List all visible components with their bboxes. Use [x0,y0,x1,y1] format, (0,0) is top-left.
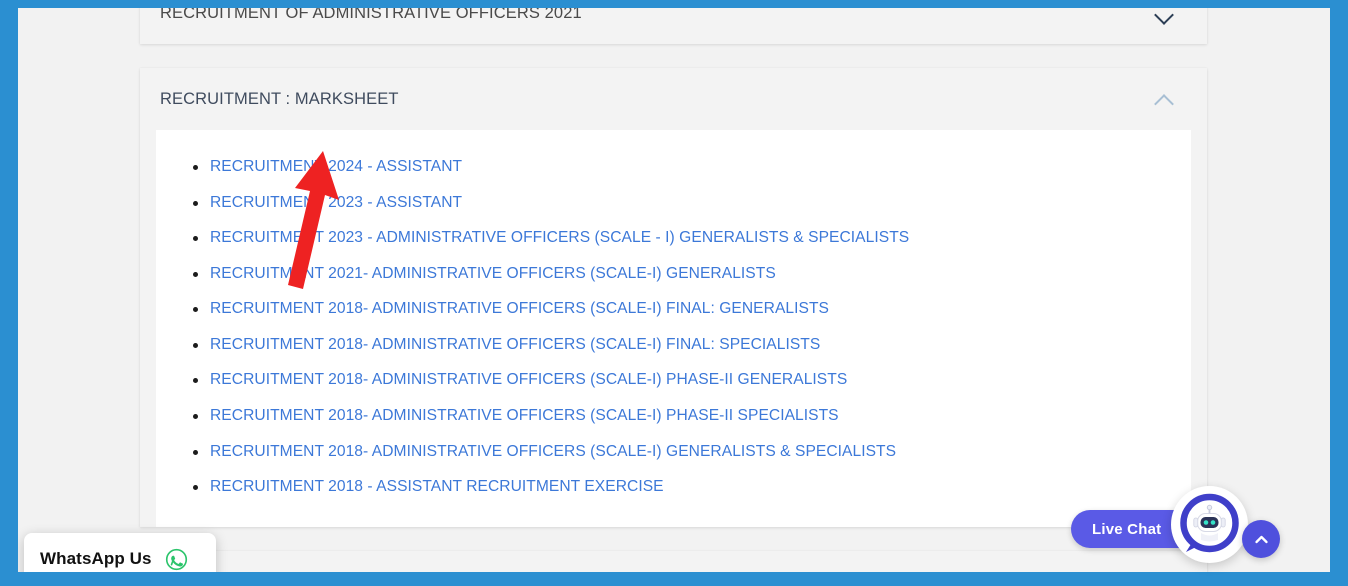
marksheet-link[interactable]: RECRUITMENT 2023 - ASSISTANT [210,194,462,211]
accordion-panel-recruitment-marksheet: RECRUITMENT : MARKSHEET RECRUITMENT 2024… [140,68,1207,527]
accordion-title-recruitment-ao-2021: RECRUITMENT OF ADMINISTRATIVE OFFICERS 2… [160,8,582,22]
whatsapp-icon [165,548,188,571]
accordion-header-recruitment-ao-2018[interactable]: RECRUITMENT OF ADMINISTRATIVE OFFICERS 2… [140,550,1207,572]
marksheet-link[interactable]: RECRUITMENT 2021- ADMINISTRATIVE OFFICER… [210,265,776,282]
list-item: RECRUITMENT 2023 - ADMINISTRATIVE OFFICE… [186,229,1161,247]
list-item: RECRUITMENT 2018- ADMINISTRATIVE OFFICER… [186,336,1161,354]
marksheet-link[interactable]: RECRUITMENT 2018- ADMINISTRATIVE OFFICER… [210,443,896,460]
marksheet-link[interactable]: RECRUITMENT 2018- ADMINISTRATIVE OFFICER… [210,336,820,353]
accordion-title-recruitment-marksheet: RECRUITMENT : MARKSHEET [160,89,399,108]
chat-bot-icon[interactable] [1171,486,1248,563]
marksheet-link[interactable]: RECRUITMENT 2018 - ASSISTANT RECRUITMENT… [210,478,664,495]
list-item: RECRUITMENT 2018- ADMINISTRATIVE OFFICER… [186,371,1161,389]
marksheet-link-list: RECRUITMENT 2024 - ASSISTANT RECRUITMENT… [186,158,1161,497]
list-item: RECRUITMENT 2021- ADMINISTRATIVE OFFICER… [186,265,1161,283]
chevron-up-icon[interactable] [1156,91,1173,108]
accordion-panel-recruitment-ao-2021: RECRUITMENT OF ADMINISTRATIVE OFFICERS 2… [140,8,1207,44]
list-item: RECRUITMENT 2018 - ASSISTANT RECRUITMENT… [186,478,1161,496]
whatsapp-us-widget[interactable]: WhatsApp Us [24,533,216,572]
list-item: RECRUITMENT 2018- ADMINISTRATIVE OFFICER… [186,407,1161,425]
marksheet-link[interactable]: RECRUITMENT 2024 - ASSISTANT [210,158,462,175]
marksheet-link[interactable]: RECRUITMENT 2023 - ADMINISTRATIVE OFFICE… [210,229,909,246]
list-item: RECRUITMENT 2024 - ASSISTANT [186,158,1161,176]
list-item: RECRUITMENT 2018- ADMINISTRATIVE OFFICER… [186,300,1161,318]
marksheet-link[interactable]: RECRUITMENT 2018- ADMINISTRATIVE OFFICER… [210,371,847,388]
chevron-down-icon[interactable] [1156,8,1173,22]
accordion-body-recruitment-marksheet: RECRUITMENT 2024 - ASSISTANT RECRUITMENT… [156,130,1191,527]
accordion-header-recruitment-ao-2021[interactable]: RECRUITMENT OF ADMINISTRATIVE OFFICERS 2… [140,8,1207,44]
live-chat-cluster: Live Chat [1058,484,1348,586]
scroll-to-top-button[interactable] [1242,520,1280,558]
marksheet-link[interactable]: RECRUITMENT 2018- ADMINISTRATIVE OFFICER… [210,300,829,317]
accordion-header-recruitment-marksheet[interactable]: RECRUITMENT : MARKSHEET [140,68,1207,130]
accordion-panel-recruitment-ao-2018: RECRUITMENT OF ADMINISTRATIVE OFFICERS 2… [140,550,1207,572]
whatsapp-widget-label: WhatsApp Us [40,549,152,568]
browser-page-frame: RECRUITMENT OF ADMINISTRATIVE OFFICERS 2… [0,0,1348,586]
marksheet-link[interactable]: RECRUITMENT 2018- ADMINISTRATIVE OFFICER… [210,407,839,424]
list-item: RECRUITMENT 2023 - ASSISTANT [186,194,1161,212]
chevron-up-icon [1254,535,1268,543]
list-item: RECRUITMENT 2018- ADMINISTRATIVE OFFICER… [186,443,1161,461]
recruitment-accordion: RECRUITMENT OF ADMINISTRATIVE OFFICERS 2… [140,8,1207,572]
